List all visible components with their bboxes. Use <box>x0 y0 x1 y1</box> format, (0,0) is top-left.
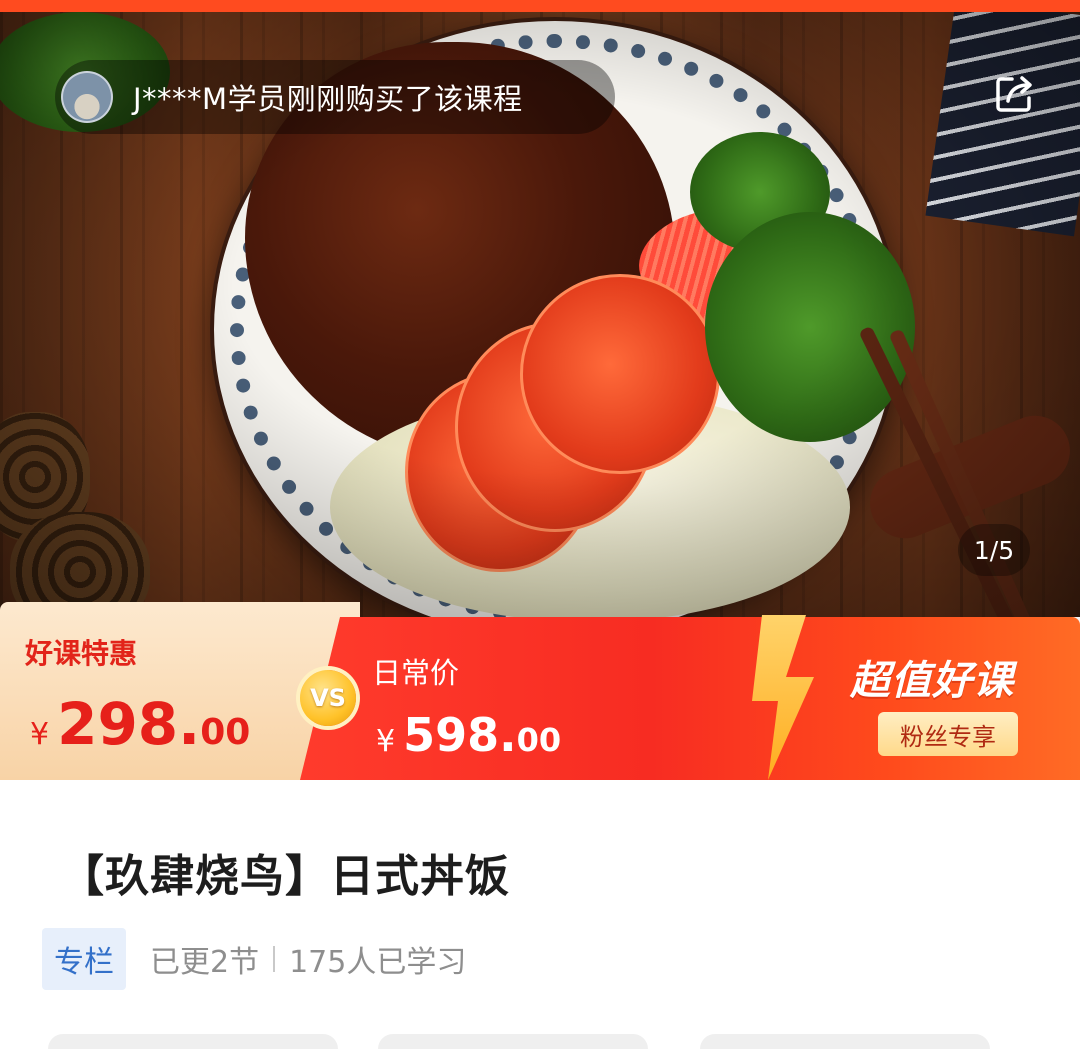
vs-badge: VS <box>300 670 356 726</box>
purchase-notice-text: J****M学员刚刚购买了该课程 <box>133 82 523 116</box>
share-button[interactable] <box>992 70 1038 116</box>
normal-price-decimal: 00 <box>516 721 562 759</box>
normal-price-integer: 598. <box>403 708 517 762</box>
deal-label: 好课特惠 <box>25 637 138 670</box>
normal-currency: ¥ <box>376 724 396 759</box>
chip[interactable] <box>48 1034 338 1049</box>
purchase-notice: J****M学员刚刚购买了该课程 <box>55 60 615 134</box>
deal-price-decimal: 00 <box>200 712 251 753</box>
course-meta: 专栏 已更2节 175人已学习 <box>42 928 466 990</box>
promo-title: 超值好课 <box>850 658 1014 704</box>
fans-exclusive-badge: 粉丝专享 <box>878 712 1018 756</box>
course-title: 【玖肆烧鸟】日式丼饭 <box>60 851 510 902</box>
course-type-tag: 专栏 <box>42 928 126 990</box>
normal-price-label: 日常价 <box>372 656 460 690</box>
deal-price: ¥298.00 <box>30 690 250 758</box>
deal-price-integer: 298. <box>57 690 201 758</box>
learner-count: 175人已学习 <box>289 945 467 980</box>
tab-strip-peek <box>0 1034 1080 1049</box>
avatar <box>61 71 113 123</box>
chip[interactable] <box>700 1034 990 1049</box>
course-info-card: 【玖肆烧鸟】日式丼饭 专栏 已更2节 175人已学习 <box>0 780 1080 1049</box>
carousel-counter: 1/5 <box>958 524 1030 576</box>
course-cover-carousel[interactable]: J****M学员刚刚购买了该课程 1/5 <box>0 12 1080 617</box>
update-count: 已更2节 <box>150 945 260 980</box>
lightning-bolt-icon <box>752 615 814 780</box>
top-accent-bar <box>0 0 1080 12</box>
deal-currency: ¥ <box>30 717 50 752</box>
normal-price: ¥598.00 <box>376 708 561 762</box>
meta-divider <box>273 946 276 972</box>
share-icon <box>996 76 1032 112</box>
chip[interactable] <box>378 1034 648 1049</box>
